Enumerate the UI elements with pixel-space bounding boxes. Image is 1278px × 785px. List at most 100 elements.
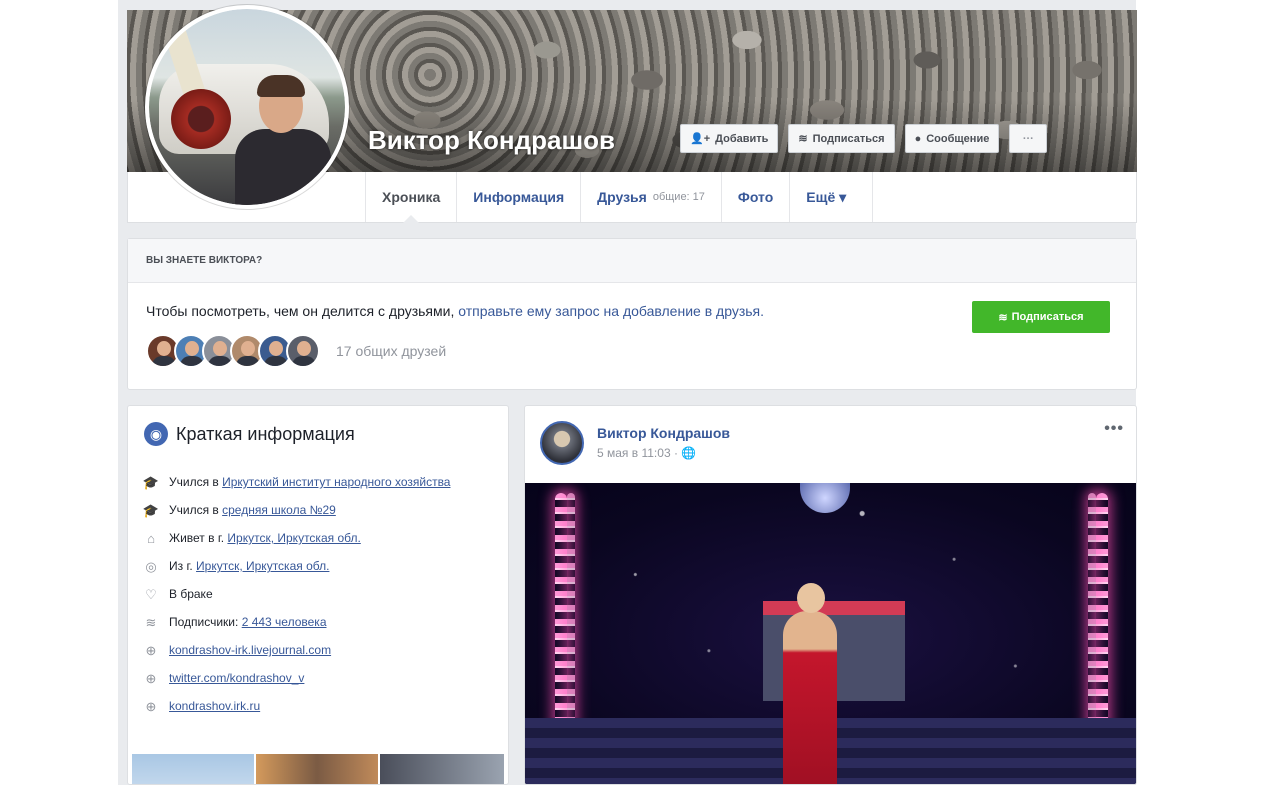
globe-icon: ⊕ [145, 643, 157, 658]
intro-item-prefix: В браке [169, 587, 213, 601]
post-date: 5 мая в 11:03 · [597, 446, 682, 460]
add-friend-icon: 👤+ [690, 133, 711, 145]
tab-photos[interactable]: Фото [720, 172, 789, 222]
more-options-button[interactable]: ··· [1009, 124, 1048, 153]
intro-item-text: kondrashov.irk.ru [169, 698, 260, 715]
intro-item-text: kondrashov-irk.livejournal.com [169, 642, 331, 659]
tab-label: Фото [737, 189, 774, 205]
graduation-icon: 🎓 [142, 503, 160, 518]
globe-icon: ◉ [144, 422, 168, 446]
intro-item-link[interactable]: kondrashov.irk.ru [169, 699, 260, 713]
intro-item-link[interactable]: 2 443 человека [242, 615, 327, 629]
intro-item: ◎ Из г. Иркутск, Иркутская обл. [142, 558, 492, 575]
intro-item-link[interactable]: Иркутск, Иркутская обл. [196, 559, 329, 573]
performer-figure [775, 583, 845, 784]
photos-preview [132, 754, 504, 784]
stage-lights [555, 493, 567, 733]
do-you-know-heading: ВЫ ЗНАЕТЕ ВИКТОРА? [128, 239, 1136, 283]
post-author-name[interactable]: Виктор Кондрашов [597, 425, 730, 441]
post-video[interactable] [525, 483, 1136, 784]
intro-title-label: Краткая информация [176, 423, 355, 444]
post-timestamp[interactable]: 5 мая в 11:03 · 🌐 [597, 446, 696, 460]
post-options-button[interactable]: ••• [1104, 420, 1124, 438]
intro-item-prefix: Из г. [169, 559, 197, 573]
intro-item-prefix: Живет в г. [169, 531, 228, 545]
stage-lights [1096, 493, 1108, 733]
tab-friends[interactable]: Друзья общие: 17 [580, 172, 721, 222]
tab-label: Хроника [382, 189, 441, 205]
follow-label: Подписаться [812, 132, 885, 145]
intro-item-link[interactable]: Иркутский институт народного хозяйства [222, 475, 450, 489]
tab-label: Ещё ▾ [806, 188, 847, 205]
intro-item-link[interactable]: twitter.com/kondrashov_v [169, 671, 304, 685]
avatar-propeller-hub [171, 89, 231, 149]
follow-button[interactable]: ≋ Подписаться [788, 124, 895, 153]
rss-icon: ≋ [798, 133, 808, 145]
photo-thumbnail[interactable] [256, 754, 378, 784]
intro-item-link[interactable]: Иркутск, Иркутская обл. [227, 531, 360, 545]
intro-item-link[interactable]: kondrashov-irk.livejournal.com [169, 643, 331, 657]
intro-item: 🎓 Учился в средняя школа №29 [142, 502, 492, 519]
intro-item-text: twitter.com/kondrashov_v [169, 670, 304, 687]
intro-item-text: Подписчики: 2 443 человека [169, 614, 327, 631]
tab-more[interactable]: Ещё ▾ [789, 172, 874, 222]
send-friend-request-link[interactable]: отправьте ему запрос на добавление в дру… [458, 303, 764, 319]
stage-lights [567, 493, 575, 733]
intro-item: ⊕ kondrashov.irk.ru [142, 698, 492, 715]
messenger-icon: ● [914, 132, 922, 145]
message-button[interactable]: ● Сообщение [904, 124, 1000, 153]
post-author-avatar[interactable] [540, 421, 584, 465]
page-margin-right [1136, 0, 1278, 785]
feed-post: Виктор Кондрашов 5 мая в 11:03 · 🌐 ••• [524, 405, 1137, 785]
intro-title: ◉ Краткая информация [144, 422, 355, 446]
tab-timeline[interactable]: Хроника [365, 172, 456, 223]
intro-item-text: В браке [169, 586, 213, 603]
intro-item: 🎓 Учился в Иркутский институт народного х… [142, 474, 492, 491]
intro-item: ♡ В браке [142, 586, 492, 603]
heart-icon: ♡ [145, 587, 157, 602]
intro-item-link[interactable]: средняя школа №29 [222, 503, 336, 517]
tab-about[interactable]: Информация [456, 172, 580, 222]
do-you-know-text: Чтобы посмотреть, чем он делится с друзь… [146, 303, 764, 319]
intro-item-text: Из г. Иркутск, Иркутская обл. [169, 558, 329, 575]
graduation-icon: 🎓 [142, 475, 160, 490]
intro-item-text: Учился в средняя школа №29 [169, 502, 336, 519]
intro-item: ⌂ Живет в г. Иркутск, Иркутская обл. [142, 530, 492, 547]
intro-item-prefix: Подписчики: [169, 615, 242, 629]
profile-avatar[interactable] [145, 5, 349, 209]
mutual-friends-label[interactable]: 17 общих друзей [336, 343, 446, 359]
mutual-friends-row: 17 общих друзей [146, 334, 446, 368]
add-friend-button[interactable]: 👤+ Добавить [680, 124, 779, 153]
public-globe-icon: 🌐 [681, 446, 697, 460]
rss-icon: ≋ [145, 615, 157, 630]
globe-icon: ⊕ [145, 671, 157, 686]
rss-icon: ≋ [998, 311, 1008, 324]
friend-avatar[interactable] [286, 334, 320, 368]
intro-list: 🎓 Учился в Иркутский институт народного х… [142, 474, 492, 726]
tab-label: Друзья [597, 189, 647, 205]
disco-ball-shape [800, 483, 850, 513]
subscribe-button[interactable]: ≋ Подписаться [972, 301, 1110, 333]
globe-icon: ⊕ [145, 699, 157, 714]
intro-item-text: Учился в Иркутский институт народного хо… [169, 474, 450, 491]
intro-item: ≋ Подписчики: 2 443 человека [142, 614, 492, 631]
intro-card: ◉ Краткая информация 🎓 Учился в Иркутский… [127, 405, 509, 785]
photo-thumbnail[interactable] [380, 754, 504, 784]
cover-action-bar: 👤+ Добавить ≋ Подписаться ● Сообщение ··… [680, 124, 1048, 153]
intro-item: ⊕ twitter.com/kondrashov_v [142, 670, 492, 687]
page-margin-left [0, 0, 118, 785]
add-friend-label: Добавить [715, 132, 769, 145]
profile-name[interactable]: Виктор Кондрашов [368, 125, 615, 156]
message-label: Сообщение [926, 132, 990, 145]
intro-item: ⊕ kondrashov-irk.livejournal.com [142, 642, 492, 659]
tab-label: Информация [473, 189, 565, 205]
stage-lights [1088, 493, 1096, 733]
home-icon: ⌂ [147, 531, 155, 546]
intro-item-text: Живет в г. Иркутск, Иркутская обл. [169, 530, 361, 547]
subscribe-label: Подписаться [1011, 311, 1084, 323]
photo-thumbnail[interactable] [132, 754, 254, 784]
intro-item-prefix: Учился в [169, 503, 223, 517]
know-text-plain: Чтобы посмотреть, чем он делится с друзь… [146, 303, 459, 319]
mutual-friends-count: общие: 17 [652, 191, 705, 203]
do-you-know-card: ВЫ ЗНАЕТЕ ВИКТОРА? Чтобы посмотреть, чем… [127, 238, 1137, 390]
